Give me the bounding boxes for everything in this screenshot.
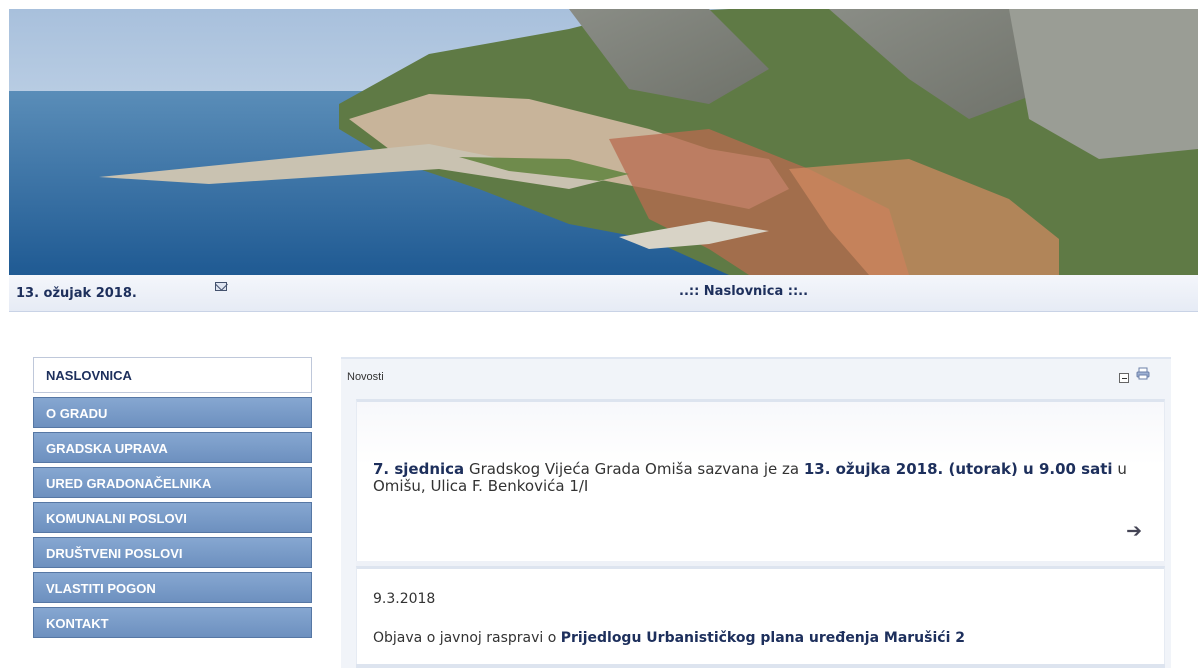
- arrow-right-icon[interactable]: ➔: [1126, 520, 1142, 542]
- news-item-rasprava: 9.3.2018 Objava o javnoj raspravi o Prij…: [356, 566, 1165, 668]
- nav-item-drustveni-poslovi[interactable]: DRUŠTVENI POSLOVI: [33, 537, 312, 568]
- news-item-highlight: 7. sjednica: [373, 460, 465, 478]
- envelope-icon[interactable]: [215, 282, 227, 291]
- panel-bottom-strip: [356, 664, 1165, 668]
- news-item-text-part: Objava o javnoj raspravi o: [373, 630, 561, 646]
- news-item-sjednica: 7. sjednica Gradskog Vijeća Grada Omiša …: [356, 399, 1165, 561]
- current-date: 13. ožujak 2018.: [16, 286, 137, 301]
- news-item-date-highlight: 13. ožujka 2018. (utorak) u 9.00 sati: [803, 460, 1113, 478]
- nav-item-gradska-uprava[interactable]: GRADSKA UPRAVA: [33, 432, 312, 463]
- news-item-highlight: Prijedlogu Urbanističkog plana uređenja …: [560, 630, 965, 646]
- news-item-text: 7. sjednica Gradskog Vijeća Grada Omiša …: [373, 461, 1153, 495]
- news-item-link[interactable]: Objava o javnoj raspravi o Prijedlogu Ur…: [373, 630, 965, 646]
- page: 13. ožujak 2018. ..:: Naslovnica ::.. NA…: [0, 0, 1198, 668]
- nav-item-kontakt[interactable]: KONTAKT: [33, 607, 312, 638]
- page-title: ..:: Naslovnica ::..: [679, 284, 809, 299]
- header-banner-image: [9, 9, 1198, 275]
- nav-item-komunalni-poslovi[interactable]: KOMUNALNI POSLOVI: [33, 502, 312, 533]
- print-icon[interactable]: [1136, 367, 1150, 380]
- nav-item-ured-gradonacelnika[interactable]: URED GRADONAČELNIKA: [33, 467, 312, 498]
- info-bar: 13. ožujak 2018. ..:: Naslovnica ::..: [9, 275, 1198, 312]
- news-panel: Novosti 7. sjednica Gradskog Vijeća Grad…: [341, 357, 1171, 668]
- collapse-icon[interactable]: [1119, 373, 1129, 383]
- nav-item-vlastiti-pogon[interactable]: VLASTITI POGON: [33, 572, 312, 603]
- news-item-text-part: Gradskog Vijeća Grada Omiša sazvana je z…: [464, 460, 804, 478]
- sidebar-nav: NASLOVNICA O GRADU GRADSKA UPRAVA URED G…: [33, 357, 312, 642]
- news-item-date: 9.3.2018: [373, 591, 436, 607]
- news-panel-title: Novosti: [347, 371, 384, 383]
- nav-item-o-gradu[interactable]: O GRADU: [33, 397, 312, 428]
- nav-item-naslovnica[interactable]: NASLOVNICA: [33, 357, 312, 393]
